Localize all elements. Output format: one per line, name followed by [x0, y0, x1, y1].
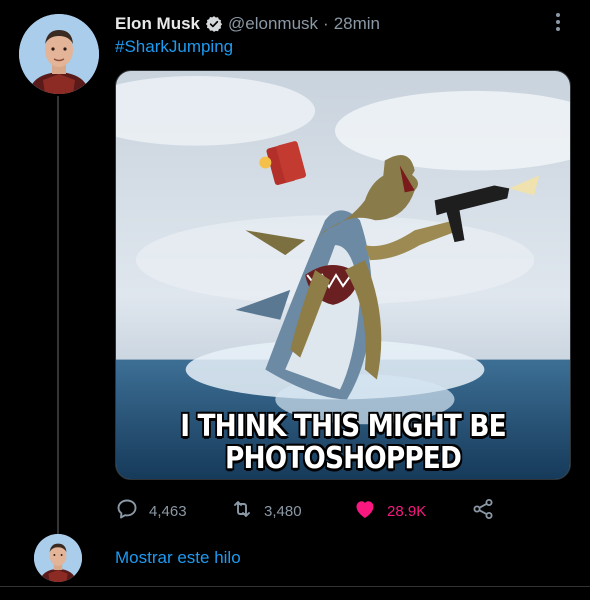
tweet-timestamp[interactable]: 28min — [334, 14, 380, 34]
reply-button[interactable]: 4,463 — [115, 496, 187, 526]
show-thread-link[interactable]: Mostrar este hilo — [115, 548, 241, 568]
meta-separator: · — [323, 14, 329, 33]
author-avatar[interactable] — [19, 14, 99, 94]
like-button[interactable]: 28.9K — [353, 496, 426, 526]
reply-bubble-icon — [115, 497, 139, 525]
tweet-actions-bar: 4,463 3,480 28.9K — [115, 496, 515, 526]
tweet-header: Elon Musk @elonmusk · 28min — [115, 12, 380, 36]
more-dot — [556, 27, 560, 31]
retweet-count: 3,480 — [264, 502, 302, 520]
retweet-button[interactable]: 3,480 — [230, 496, 302, 526]
thread-author-avatar-image — [34, 534, 82, 582]
more-options-icon[interactable] — [548, 10, 568, 34]
thread-author-avatar[interactable] — [34, 534, 82, 582]
author-name[interactable]: Elon Musk — [115, 14, 200, 34]
verified-badge-icon — [205, 15, 223, 33]
meme-caption-line1: I THINK THIS MIGHT BE — [180, 409, 506, 444]
heart-icon — [353, 497, 377, 525]
tweet-text-hashtag[interactable]: #SharkJumping — [115, 37, 233, 57]
meme-caption-line2: PHOTOSHOPPED — [225, 441, 462, 476]
tweet-media-image[interactable]: I THINK THIS MIGHT BE PHOTOSHOPPED — [115, 70, 571, 480]
author-handle[interactable]: @elonmusk — [228, 14, 318, 34]
share-icon — [471, 497, 495, 525]
more-dot — [556, 20, 560, 24]
more-dot — [556, 13, 560, 17]
author-avatar-image — [19, 14, 99, 94]
like-count: 28.9K — [387, 502, 427, 520]
bottom-divider — [0, 586, 590, 587]
retweet-icon — [230, 497, 254, 525]
reply-count: 4,463 — [149, 502, 187, 520]
share-button[interactable] — [471, 496, 495, 526]
meme-caption: I THINK THIS MIGHT BE PHOTOSHOPPED — [143, 411, 543, 475]
thread-connector-line — [57, 96, 59, 536]
